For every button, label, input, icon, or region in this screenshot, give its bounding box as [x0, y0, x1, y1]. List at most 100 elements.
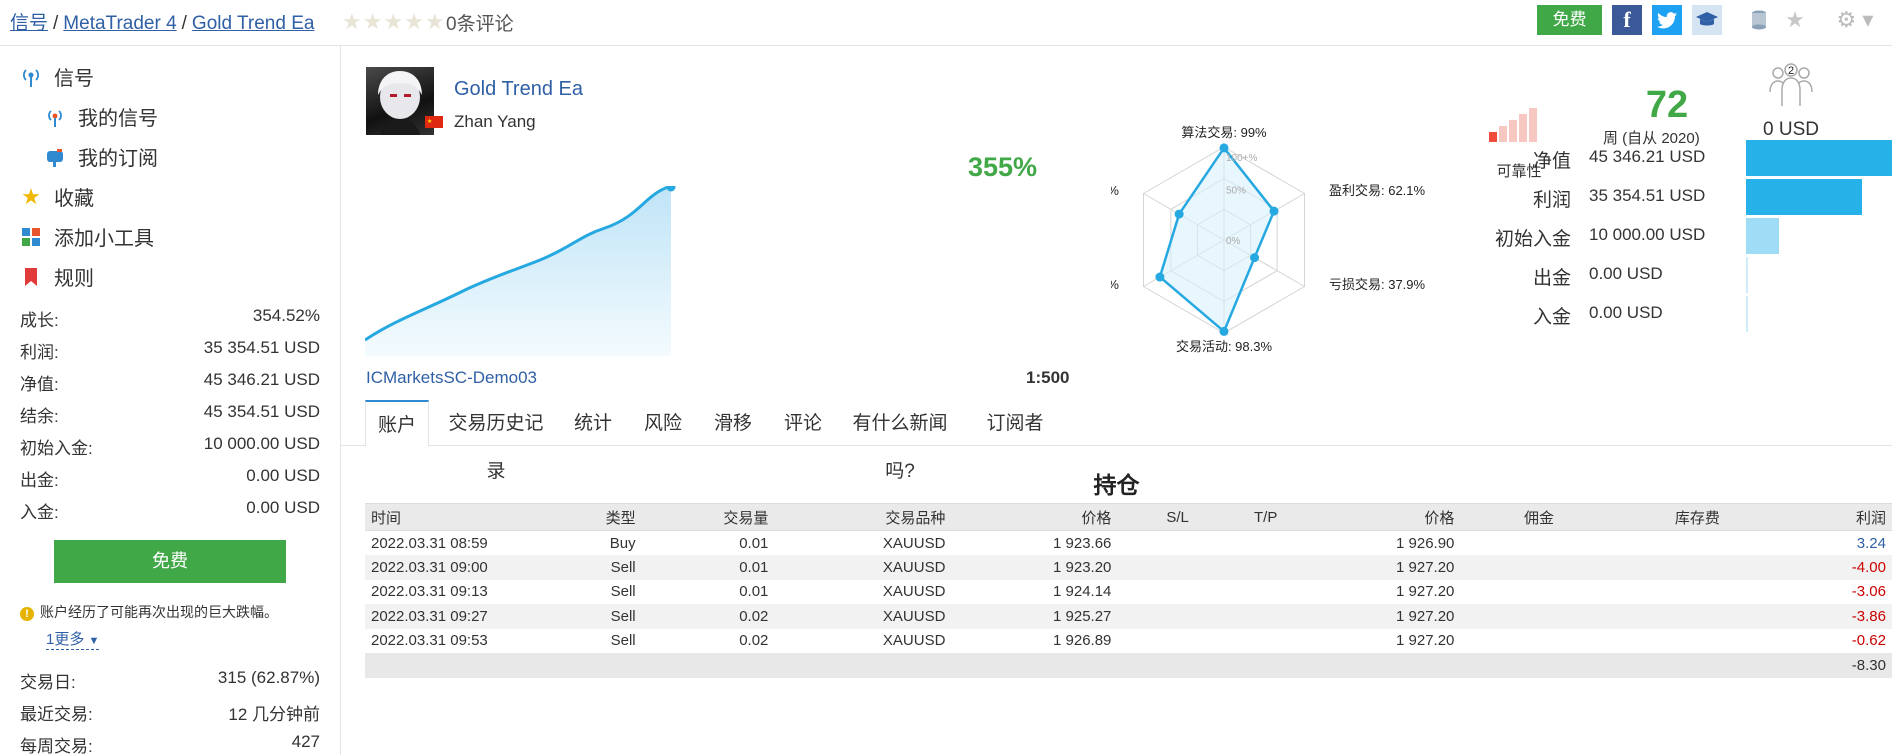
tab-reviews[interactable]: 评论 — [773, 400, 833, 446]
breadcrumb-separator: / — [181, 13, 187, 34]
col-commission[interactable]: 佣金 — [1460, 503, 1560, 531]
mailbox-icon — [44, 146, 66, 168]
author-name[interactable]: Zhan Yang — [454, 112, 536, 132]
stat-equity: 净值: 45 346.21 USD — [20, 370, 320, 395]
sidebar-item-label: 添加小工具 — [54, 228, 154, 250]
sidebar-item-favorites[interactable]: ★ 收藏 — [20, 182, 94, 211]
table-cell: 1 927.20 — [1396, 632, 1455, 650]
col-profit[interactable]: 利润 — [1725, 503, 1892, 531]
positions-table: 时间 类型 交易量 交易品种 价格 S/L T/P 价格 佣金 库存费 利润 2… — [365, 503, 1892, 678]
table-cell: 1 923.66 — [1053, 534, 1112, 552]
stat-withdrawals: 出金: 0.00 USD — [20, 466, 320, 491]
sidebar-item-my-signals[interactable]: 我的信号 — [44, 102, 158, 131]
twitter-share-icon[interactable] — [1652, 5, 1682, 35]
col-symbol[interactable]: 交易品种 — [774, 503, 952, 531]
top-bar: 信号 / MetaTrader 4/Gold Trend Ea ★★★★★ 0条评论… — [0, 0, 1892, 46]
more-link[interactable]: 1更多 ▼ — [46, 628, 100, 650]
table-row[interactable]: 2022.03.31 09:13 Sell 0.01 XAUUSD 1 924.14 1 … — [365, 580, 1892, 605]
free-button-top[interactable]: 免费 — [1537, 5, 1602, 35]
table-cell: Sell — [553, 604, 642, 629]
table-cell: 0.01 — [739, 583, 769, 601]
table-cell — [553, 653, 642, 678]
table-cell: -4.00 — [1725, 555, 1892, 580]
favorite-star-icon[interactable]: ★ — [1780, 5, 1810, 35]
sidebar-item-label: 收藏 — [54, 188, 94, 210]
rating-stars[interactable]: ★★★★★ — [342, 9, 446, 35]
stat-value: 354.52% — [252, 306, 320, 325]
facebook-share-icon[interactable]: f — [1612, 5, 1642, 35]
col-type[interactable]: 类型 — [553, 503, 642, 531]
stat-deposits: 入金: 0.00 USD — [20, 498, 320, 523]
table-cell: Buy — [609, 534, 636, 552]
table-row[interactable]: 2022.03.31 09:00 Sell 0.01 XAUUSD 1 923.20 1 … — [365, 555, 1892, 580]
tab-trade-history[interactable]: 交易历史记录 — [441, 400, 551, 482]
sidebar-item-my-subscriptions[interactable]: 我的订阅 — [44, 142, 158, 171]
bar-label: 出金 — [1532, 268, 1571, 289]
breadcrumb-platform[interactable]: MetaTrader 4 — [63, 13, 176, 34]
reviews-count[interactable]: 0条评论 — [446, 9, 514, 36]
table-row[interactable]: 2022.03.31 08:59 Buy 0.01 XAUUSD 1 923.66 1 9… — [365, 531, 1892, 556]
breadcrumb-signal-name[interactable]: Gold Trend Ea — [192, 13, 315, 34]
graduation-cap-icon[interactable] — [1692, 5, 1722, 35]
table-cell — [1460, 555, 1560, 580]
bar-row-withdrawals: 出金 0.00 USD — [1471, 255, 1891, 295]
table-cell — [1559, 653, 1726, 678]
stat-label: 最近交易: — [20, 705, 93, 724]
signal-name[interactable]: Gold Trend Ea — [454, 78, 583, 101]
col-sl[interactable]: S/L — [1117, 503, 1195, 531]
stat-value: 12 几分钟前 — [228, 705, 320, 724]
table-cell: 1 926.90 — [1396, 534, 1455, 552]
subscribers-summary[interactable]: 2 0 USD — [1731, 62, 1851, 141]
sidebar-item-signals[interactable]: 信号 — [20, 62, 94, 91]
table-cell: Sell — [553, 555, 642, 580]
table-row[interactable]: 2022.03.31 09:27 Sell 0.02 XAUUSD 1 925.27 1 … — [365, 604, 1892, 629]
broker-server-link[interactable]: ICMarketsSC-Demo03 — [366, 368, 537, 388]
tab-risks[interactable]: 风险 — [633, 400, 693, 446]
table-cell: 2022.03.31 09:13 — [371, 583, 488, 601]
sidebar-item-add-widgets[interactable]: 添加小工具 — [20, 222, 154, 251]
growth-percentage: 355% — [968, 152, 1038, 182]
col-price[interactable]: 价格 — [1283, 503, 1461, 531]
breadcrumb-signals[interactable]: 信号 — [10, 13, 48, 34]
tab-account[interactable]: 账户 — [365, 400, 429, 447]
bookmark-icon — [20, 266, 42, 288]
database-icon[interactable] — [1744, 5, 1774, 35]
sidebar-item-rules[interactable]: 规则 — [20, 262, 94, 291]
table-cell: XAUUSD — [882, 583, 946, 601]
free-subscribe-button[interactable]: 免费 — [54, 540, 286, 583]
drawdown-warning: ! 账户经历了可能再次出现的巨大跌幅。 — [20, 602, 320, 622]
tab-slippage[interactable]: 滑移 — [703, 400, 763, 446]
stat-label: 净值: — [20, 375, 59, 394]
table-cell — [641, 653, 775, 678]
growth-area — [365, 186, 671, 356]
radar-point — [1250, 253, 1260, 263]
author-avatar[interactable] — [366, 67, 434, 135]
table-cell: 0.01 — [641, 555, 775, 580]
settings-gear-icon[interactable]: ⚙ ▾ — [1835, 5, 1875, 35]
col-volume[interactable]: 交易量 — [641, 503, 775, 531]
table-cell — [1117, 653, 1195, 678]
bar-value: 45 346.21 USD — [1589, 147, 1706, 166]
left-sidebar: 信号 我的信号 我的订阅 ★ 收藏 添加小工具 规则 成长: 354.52% 利润:… — [0, 46, 341, 755]
stat-value: 45 354.51 USD — [203, 402, 320, 421]
stat-trading-days: 交易日: 315 (62.87%) — [20, 668, 320, 693]
table-cell — [1460, 629, 1560, 654]
table-cell: Sell — [610, 583, 636, 601]
tab-subscribers[interactable]: 订阅者 — [975, 400, 1055, 446]
col-open-price[interactable]: 价格 — [951, 503, 1118, 531]
col-tp[interactable]: T/P — [1194, 503, 1284, 531]
table-row[interactable]: 2022.03.31 09:53 Sell 0.02 XAUUSD 1 926.89 1 … — [365, 629, 1892, 654]
main-content: ★ Gold Trend Ea Zhan Yang 355% ICMarkets… — [341, 46, 1892, 755]
broadcast-icon — [44, 106, 66, 128]
svg-text:★: ★ — [427, 118, 432, 125]
tab-news[interactable]: 有什么新闻吗? — [845, 400, 955, 482]
col-time[interactable]: 时间 — [365, 503, 554, 531]
weeks-count: 72 — [1645, 84, 1689, 126]
radar-label: 盈利交易: 62.1% — [1329, 183, 1426, 198]
tab-statistics[interactable]: 统计 — [563, 400, 623, 446]
col-swap[interactable]: 库存费 — [1559, 503, 1726, 531]
table-cell: 2022.03.31 09:53 — [371, 632, 488, 650]
leverage-value: 1:500 — [1026, 368, 1070, 387]
table-cell: XAUUSD — [774, 604, 952, 629]
stat-latest-trade: 最近交易: 12 几分钟前 — [20, 700, 320, 725]
